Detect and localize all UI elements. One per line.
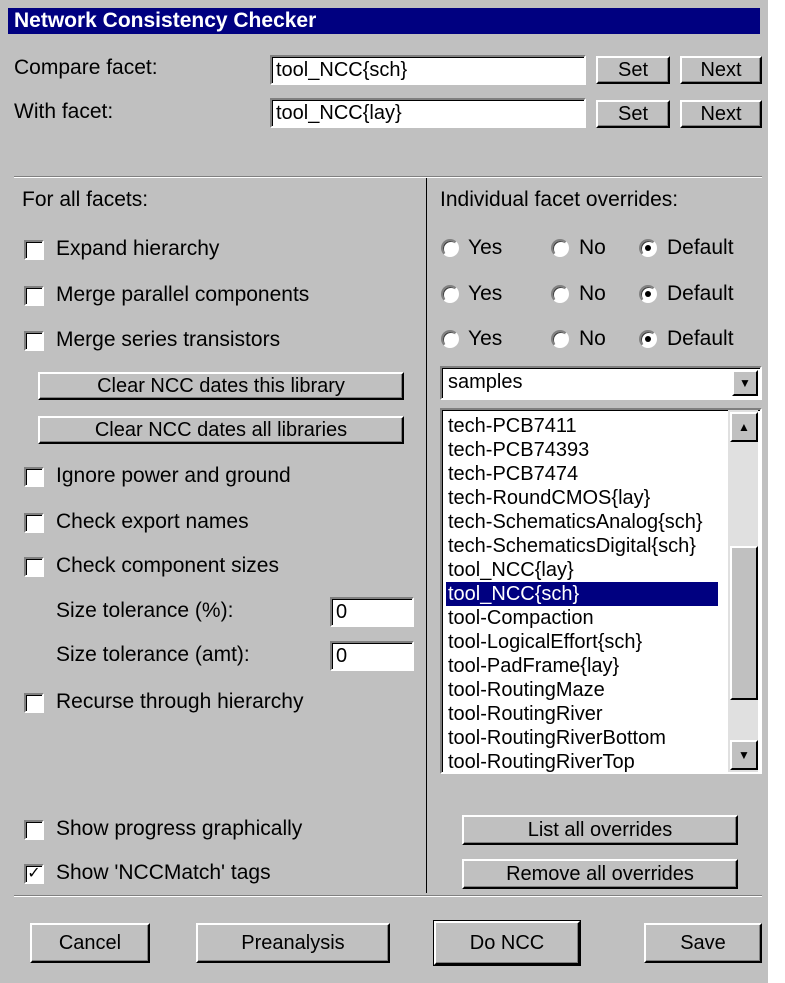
override3-no-radio[interactable] xyxy=(551,330,569,348)
facet-list-item[interactable]: tech-PCB74393 xyxy=(446,438,589,462)
scroll-down-icon[interactable]: ▼ xyxy=(730,740,758,770)
facet-list-item[interactable]: tool-RoutingRiverTop xyxy=(446,750,635,772)
facet-list-item[interactable]: tech-PCB7474 xyxy=(446,462,578,486)
size-tolerance-pct-label: Size tolerance (%): xyxy=(56,599,234,622)
show-progress-label: Show progress graphically xyxy=(56,817,303,840)
check-export-label: Check export names xyxy=(56,510,249,533)
facet-list-item[interactable]: tech-SchematicsDigital{sch} xyxy=(446,534,696,558)
merge-parallel-checkbox[interactable] xyxy=(24,286,44,306)
facet-list-item[interactable]: tool-RoutingRiver xyxy=(446,702,603,726)
override3-yes-label: Yes xyxy=(468,327,503,350)
show-tags-label: Show 'NCCMatch' tags xyxy=(56,861,271,884)
bottom-divider xyxy=(14,895,762,897)
override2-default-label: Default xyxy=(667,282,734,305)
size-tolerance-pct-input[interactable]: 0 xyxy=(330,597,414,627)
column-divider xyxy=(426,178,427,893)
remove-overrides-button[interactable]: Remove all overrides xyxy=(462,859,738,889)
override1-yes-label: Yes xyxy=(468,236,503,259)
clear-library-dates-button[interactable]: Clear NCC dates this library xyxy=(38,372,404,400)
expand-hierarchy-label: Expand hierarchy xyxy=(56,237,220,260)
override3-default-label: Default xyxy=(667,327,734,350)
list-overrides-button[interactable]: List all overrides xyxy=(462,815,738,845)
size-tolerance-amt-label: Size tolerance (amt): xyxy=(56,643,250,666)
with-facet-label: With facet: xyxy=(14,100,114,123)
ignore-power-label: Ignore power and ground xyxy=(56,464,291,487)
check-export-checkbox[interactable] xyxy=(24,513,44,533)
override3-no-label: No xyxy=(579,327,606,350)
facet-list-item[interactable]: tech-RoundCMOS{lay} xyxy=(446,486,650,510)
show-progress-checkbox[interactable] xyxy=(24,820,44,840)
facet-list-item[interactable]: tech-SchematicsAnalog{sch} xyxy=(446,510,703,534)
clear-all-dates-button[interactable]: Clear NCC dates all libraries xyxy=(38,416,404,444)
facet-list: tech-PCB7411 tech-PCB74393 tech-PCB7474 tec… xyxy=(440,408,762,774)
override2-yes-label: Yes xyxy=(468,282,503,305)
facet-list-item[interactable]: tool-RoutingRiverBottom xyxy=(446,726,666,750)
facet-list-item[interactable]: tool-Compaction xyxy=(446,606,594,630)
expand-hierarchy-checkbox[interactable] xyxy=(24,240,44,260)
dialog-title: Network Consistency Checker xyxy=(8,8,760,34)
compare-facet-input[interactable]: tool_NCC{sch} xyxy=(270,55,586,85)
library-select-value: samples xyxy=(448,371,523,393)
override1-no-radio[interactable] xyxy=(551,239,569,257)
override1-default-radio[interactable] xyxy=(639,239,657,257)
override2-yes-radio[interactable] xyxy=(441,285,459,303)
merge-series-checkbox[interactable] xyxy=(24,331,44,351)
merge-series-label: Merge series transistors xyxy=(56,328,281,351)
facet-list-scroll-thumb[interactable] xyxy=(730,546,758,700)
ncc-dialog: Network Consistency Checker Compare face… xyxy=(0,0,768,983)
scroll-up-icon[interactable]: ▲ xyxy=(730,412,758,442)
check-icon: ✓ xyxy=(27,865,41,882)
overrides-heading: Individual facet overrides: xyxy=(440,188,679,211)
override3-default-radio[interactable] xyxy=(639,330,657,348)
preanalysis-button[interactable]: Preanalysis xyxy=(196,923,390,963)
recurse-label: Recurse through hierarchy xyxy=(56,690,304,713)
size-tolerance-amt-input[interactable]: 0 xyxy=(330,641,414,671)
all-facets-heading: For all facets: xyxy=(22,188,149,211)
merge-parallel-label: Merge parallel components xyxy=(56,283,310,306)
override2-no-radio[interactable] xyxy=(551,285,569,303)
override1-default-label: Default xyxy=(667,236,734,259)
override3-yes-radio[interactable] xyxy=(441,330,459,348)
override1-yes-radio[interactable] xyxy=(441,239,459,257)
facet-list-item[interactable]: tech-PCB7411 xyxy=(446,414,577,438)
recurse-checkbox[interactable] xyxy=(24,693,44,713)
chevron-down-icon[interactable]: ▼ xyxy=(732,370,758,396)
with-next-button[interactable]: Next xyxy=(680,100,762,128)
do-ncc-button[interactable]: Do NCC xyxy=(433,920,581,966)
top-divider xyxy=(14,176,762,178)
facet-list-item[interactable]: tool_NCC{sch} xyxy=(446,582,718,606)
library-select[interactable]: samples ▼ xyxy=(440,366,762,400)
ignore-power-checkbox[interactable] xyxy=(24,467,44,487)
check-sizes-checkbox[interactable] xyxy=(24,557,44,577)
cancel-button[interactable]: Cancel xyxy=(30,923,150,963)
compare-next-button[interactable]: Next xyxy=(680,56,762,84)
with-facet-input[interactable]: tool_NCC{lay} xyxy=(270,98,586,128)
save-button[interactable]: Save xyxy=(644,923,762,963)
compare-set-button[interactable]: Set xyxy=(596,56,670,84)
facet-list-item[interactable]: tool-RoutingMaze xyxy=(446,678,605,702)
check-sizes-label: Check component sizes xyxy=(56,554,279,577)
facet-list-item[interactable]: tool-PadFrame{lay} xyxy=(446,654,619,678)
compare-facet-label: Compare facet: xyxy=(14,56,158,79)
facet-list-item[interactable]: tool_NCC{lay} xyxy=(446,558,574,582)
override2-default-radio[interactable] xyxy=(639,285,657,303)
with-set-button[interactable]: Set xyxy=(596,100,670,128)
show-tags-checkbox[interactable]: ✓ xyxy=(24,864,44,884)
facet-list-item[interactable]: tool-LogicalEffort{sch} xyxy=(446,630,642,654)
override1-no-label: No xyxy=(579,236,606,259)
override2-no-label: No xyxy=(579,282,606,305)
